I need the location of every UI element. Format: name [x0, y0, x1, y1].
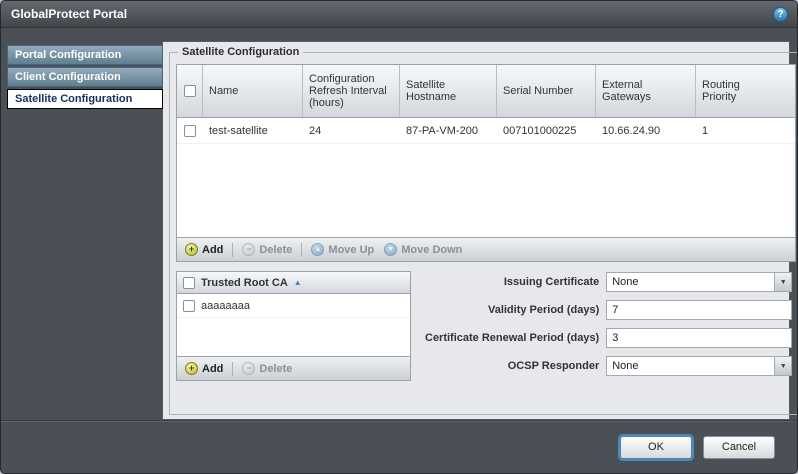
move-up-icon: ▲ [311, 243, 324, 256]
cancel-button[interactable]: Cancel [703, 436, 775, 459]
ca-add-button[interactable]: + Add [182, 362, 226, 375]
ca-delete-button-label: Delete [259, 363, 292, 375]
ocsp-responder-label: OCSP Responder [508, 360, 600, 372]
globalprotect-portal-window: GlobalProtect Portal ? Portal Configurat… [0, 0, 798, 474]
column-header-refresh-interval[interactable]: Configuration Refresh Interval (hours) [303, 65, 400, 117]
column-header-routing-priority[interactable]: Routing Priority [696, 65, 777, 117]
table-row[interactable]: test-satellite 24 87-PA-VM-200 007101000… [177, 118, 795, 144]
move-up-button[interactable]: ▲ Move Up [308, 243, 377, 256]
ca-table-row[interactable]: aaaaaaaa [177, 294, 410, 318]
toolbar-separator [232, 243, 233, 257]
ca-cell-name: aaaaaaaa [201, 300, 250, 312]
row-checkbox[interactable] [184, 125, 196, 137]
add-icon: + [185, 243, 198, 256]
column-header-name[interactable]: Name [203, 65, 303, 117]
header-checkbox-cell [177, 65, 203, 117]
row-checkbox-cell [177, 125, 203, 137]
satellite-table-header: Name Configuration Refresh Interval (hou… [177, 65, 795, 118]
ca-table-toolbar: + Add − Delete [176, 357, 411, 381]
ca-delete-button[interactable]: − Delete [239, 362, 295, 375]
form-row-issuing-certificate: Issuing Certificate None ▼ [425, 272, 792, 292]
cell-satellite-hostname: 87-PA-VM-200 [400, 125, 497, 137]
ocsp-responder-select[interactable]: None ▼ [606, 356, 792, 376]
ca-table-empty-area [177, 318, 410, 356]
cert-renewal-input[interactable] [606, 328, 792, 348]
cert-renewal-label: Certificate Renewal Period (days) [425, 332, 599, 344]
issuing-certificate-value: None [607, 273, 774, 291]
satellite-configuration-group: Satellite Configuration Name Configurati… [169, 46, 798, 415]
add-button-label: Add [202, 244, 223, 256]
form-row-validity-period: Validity Period (days) [425, 300, 792, 320]
sidebar: Portal Configuration Client Configuratio… [7, 45, 163, 111]
ca-select-all-checkbox[interactable] [183, 277, 195, 289]
delete-icon: − [242, 362, 255, 375]
toolbar-separator [232, 362, 233, 376]
sidebar-item-satellite-configuration[interactable]: Satellite Configuration [7, 89, 163, 109]
main-panel: Satellite Configuration Name Configurati… [162, 41, 790, 420]
help-icon[interactable]: ? [773, 7, 788, 22]
move-down-button[interactable]: ▼ Move Down [381, 243, 465, 256]
delete-icon: − [242, 243, 255, 256]
validity-period-widget [606, 300, 792, 320]
trusted-root-ca-table: Trusted Root CA ▲ aaaaaaaa [176, 271, 411, 357]
move-up-button-label: Move Up [328, 244, 374, 256]
cell-refresh-interval: 24 [303, 125, 400, 137]
validity-period-label: Validity Period (days) [488, 304, 599, 316]
chevron-down-icon: ▼ [774, 273, 791, 291]
satellite-table-toolbar: + Add − Delete ▲ Move Up ▼ Move Down [176, 238, 796, 262]
cell-routing-priority: 1 [696, 125, 777, 137]
column-header-external-gateways[interactable]: External Gateways [596, 65, 696, 117]
form-row-ocsp-responder: OCSP Responder None ▼ [425, 356, 792, 376]
cell-external-gateways: 10.66.24.90 [596, 125, 696, 137]
issuing-certificate-label: Issuing Certificate [504, 276, 599, 288]
trusted-root-ca-box: Trusted Root CA ▲ aaaaaaaa + Add [176, 271, 411, 384]
column-header-satellite-hostname[interactable]: Satellite Hostname [400, 65, 497, 117]
cell-serial-number: 007101000225 [497, 125, 596, 137]
sidebar-item-portal-configuration[interactable]: Portal Configuration [7, 45, 163, 65]
add-icon: + [185, 362, 198, 375]
satellite-table: Name Configuration Refresh Interval (hou… [176, 64, 796, 238]
add-button[interactable]: + Add [182, 243, 226, 256]
issuing-certificate-select[interactable]: None ▼ [606, 272, 792, 292]
move-down-icon: ▼ [384, 243, 397, 256]
titlebar: GlobalProtect Portal ? [1, 1, 797, 28]
select-all-checkbox[interactable] [184, 85, 196, 97]
sidebar-item-client-configuration[interactable]: Client Configuration [7, 67, 163, 87]
move-down-button-label: Move Down [401, 244, 462, 256]
delete-button[interactable]: − Delete [239, 243, 295, 256]
validity-period-input[interactable] [606, 300, 792, 320]
lower-section: Trusted Root CA ▲ aaaaaaaa + Add [176, 271, 796, 384]
trusted-root-ca-header-label: Trusted Root CA [201, 277, 288, 289]
trusted-root-ca-header[interactable]: Trusted Root CA ▲ [177, 272, 410, 294]
toolbar-separator [301, 243, 302, 257]
section-title: Satellite Configuration [178, 46, 303, 58]
ca-row-checkbox[interactable] [183, 300, 195, 312]
cell-name: test-satellite [203, 125, 303, 137]
ca-add-button-label: Add [202, 363, 223, 375]
ocsp-responder-value: None [607, 357, 774, 375]
chevron-down-icon: ▼ [774, 357, 791, 375]
table-empty-area [177, 144, 795, 237]
form-row-cert-renewal: Certificate Renewal Period (days) [425, 328, 792, 348]
column-header-serial-number[interactable]: Serial Number [497, 65, 596, 117]
cert-renewal-widget [606, 328, 792, 348]
dialog-footer: OK Cancel [1, 420, 797, 473]
ok-button[interactable]: OK [620, 436, 692, 459]
delete-button-label: Delete [259, 244, 292, 256]
sort-ascending-icon: ▲ [294, 278, 302, 287]
window-title: GlobalProtect Portal [11, 7, 127, 21]
certificate-form: Issuing Certificate None ▼ Validity Peri… [425, 271, 796, 384]
